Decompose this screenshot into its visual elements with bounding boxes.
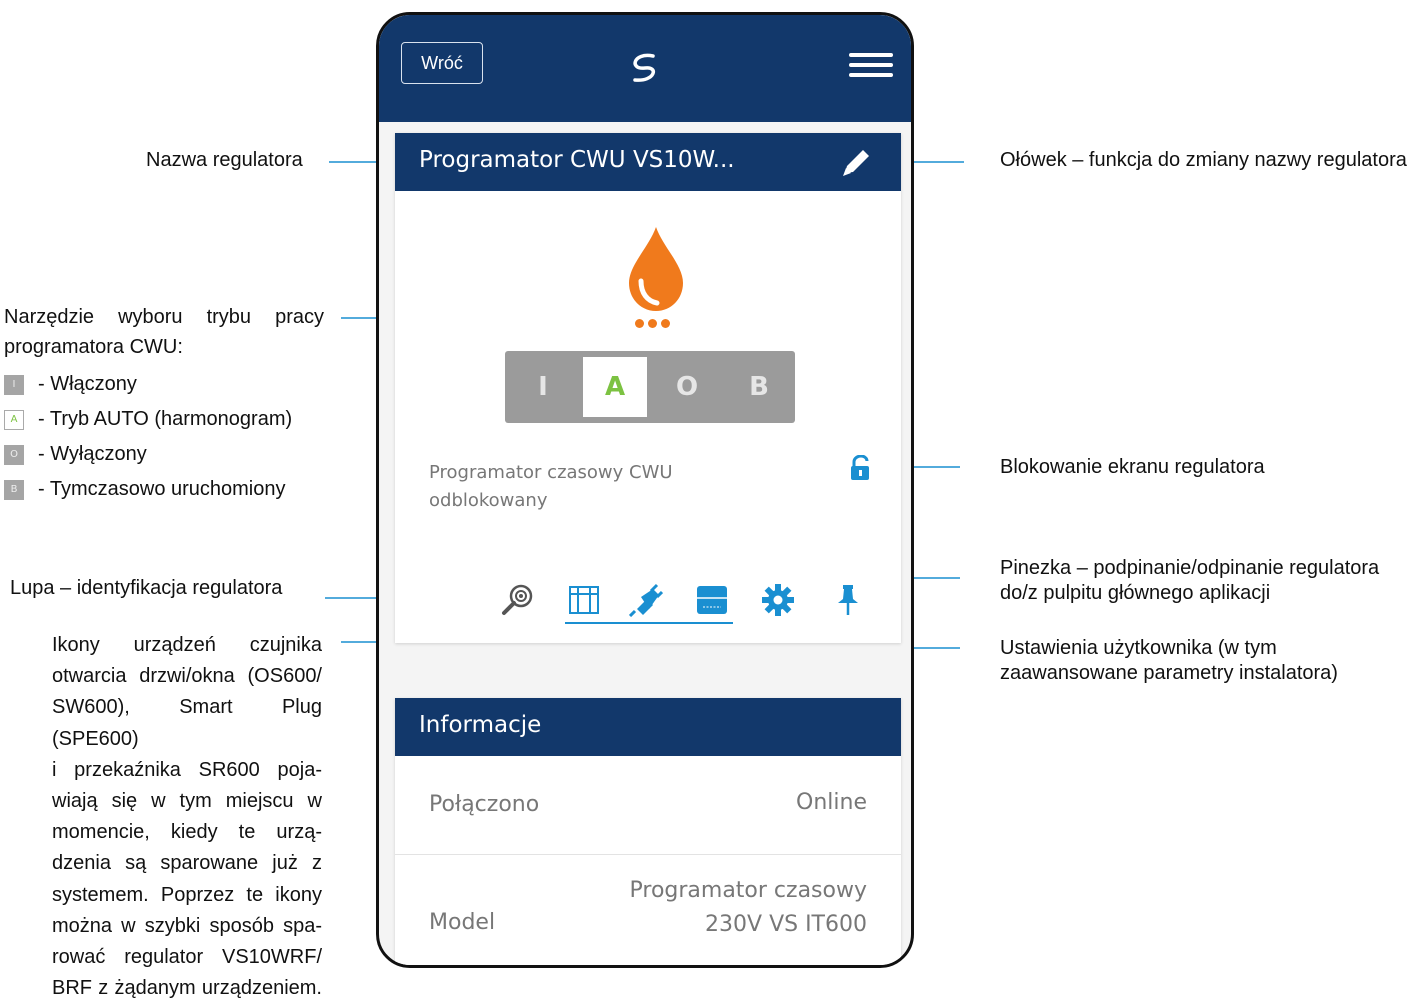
annotation-lock: Blokowanie ekranu regulatora — [1000, 456, 1265, 478]
annotation-pin: Pinezka – podpinanie/odpinanie regulator… — [1000, 556, 1379, 606]
paired-devices-underline — [565, 622, 733, 624]
mode-button-auto[interactable]: A — [583, 357, 647, 417]
legend-key-auto: A — [4, 409, 24, 430]
lock-status-line: odblokowany — [429, 490, 548, 511]
paragraph-line: SW600), Smart Plug (SPE600) — [52, 696, 322, 750]
back-button[interactable]: Wróć — [401, 42, 483, 84]
info-card-header: Informacje — [395, 698, 901, 756]
info-value-model-line: 230V VS IT600 — [705, 912, 867, 937]
status-dots-icon — [621, 319, 683, 331]
legend-key-off: O — [4, 444, 24, 465]
info-row-divider — [395, 854, 901, 855]
mode-selector: I A O B — [505, 351, 795, 423]
legend-item-off: O - Wyłączony — [4, 442, 147, 467]
annotation-pencil: Ołówek – funkcja do zmiany nazwy regulat… — [1000, 149, 1407, 171]
gear-icon[interactable] — [761, 583, 795, 617]
paragraph-line: i przekaźnika SR600 poja- — [52, 758, 322, 781]
paragraph-line: dzenia są sparowane już z — [52, 852, 322, 875]
legend-text: - Włączony — [38, 373, 137, 395]
smart-plug-icon[interactable] — [629, 583, 663, 617]
mode-button-on[interactable]: I — [511, 351, 575, 423]
legend-key-on: I — [4, 374, 24, 395]
annotation-pin-line: Pinezka – podpinanie/odpinanie regulator… — [1000, 557, 1380, 579]
info-value-connected: Online — [796, 790, 867, 815]
device-card-header: Programator CWU VS10W... — [395, 133, 901, 191]
device-name: Programator CWU VS10W... — [419, 147, 735, 173]
magnifier-icon[interactable] — [501, 583, 535, 617]
annotation-pin-line: do/z pulpitu głównego aplikacji — [1000, 582, 1271, 604]
legend-item-boost: B - Tymczasowo uruchomiony — [4, 477, 286, 502]
info-value-model-line: Programator czasowy — [629, 878, 868, 903]
annotation-mode-tool-cont: programatora CWU: — [4, 336, 183, 358]
relay-icon[interactable] — [695, 583, 729, 617]
water-drop-icon — [629, 227, 683, 311]
paragraph-line: momencie, kiedy te urzą- — [52, 821, 322, 844]
info-label-connected: Połączono — [429, 792, 540, 817]
unlock-icon[interactable] — [849, 455, 871, 481]
paragraph-line: można w szybki sposób spa- — [52, 914, 322, 937]
info-title: Informacje — [419, 712, 542, 738]
paragraph-line: systemem. Poprzez te ikony — [52, 883, 322, 906]
mode-button-off[interactable]: O — [655, 351, 719, 423]
annotation-device-icons: Ikony urządzeń czujnika otwarcia drzwi/o… — [52, 630, 322, 1004]
lock-status-line: Programator czasowy CWU — [429, 462, 673, 483]
legend-text: - Wyłączony — [38, 443, 147, 465]
paragraph-line: BRF z żądanym urządzeniem. — [52, 977, 322, 1000]
paragraph-line: Ikony urządzeń czujnika — [52, 634, 322, 656]
legend-text: - Tryb AUTO (harmonogram) — [38, 408, 293, 430]
pin-icon[interactable] — [831, 583, 865, 617]
annotation-settings-line: Ustawienia użytkownika (w tym — [1000, 637, 1277, 659]
paragraph-line: otwarcia drzwi/okna (OS600/ — [52, 665, 322, 688]
mode-button-boost[interactable]: B — [727, 351, 791, 423]
phone-frame: Wróć Programator CWU VS10W... I A O B Pr… — [376, 12, 914, 968]
salus-logo-icon[interactable] — [625, 48, 665, 88]
paragraph-line: rować regulator VS10WRF/ — [52, 946, 322, 969]
annotation-magnifier: Lupa – identyfikacja regulatora — [10, 577, 283, 599]
hamburger-menu-icon[interactable] — [849, 53, 893, 81]
legend-item-auto: A - Tryb AUTO (harmonogram) — [4, 407, 292, 432]
device-card: Programator CWU VS10W... I A O B Program… — [395, 133, 901, 643]
lock-status-text: Programator czasowy CWU odblokowany — [429, 459, 749, 515]
annotation-mode-tool: Narzędzie wyboru trybu pracy — [4, 306, 324, 328]
annotation-settings: Ustawienia użytkownika (w tym zaawansowa… — [1000, 636, 1338, 686]
legend-text: - Tymczasowo uruchomiony — [38, 478, 286, 500]
pencil-icon[interactable] — [839, 147, 873, 179]
info-card: Informacje Połączono Online Model Progra… — [395, 698, 901, 965]
annotation-device-name: Nazwa regulatora — [146, 149, 303, 171]
legend-item-on: I - Włączony — [4, 372, 137, 397]
app-top-bar: Wróć — [379, 15, 911, 122]
window-sensor-icon[interactable] — [567, 583, 601, 617]
info-label-model: Model — [429, 910, 496, 935]
annotation-settings-line: zaawansowane parametry instalatora) — [1000, 662, 1338, 684]
legend-key-boost: B — [4, 479, 24, 500]
info-value-model: Programator czasowy 230V VS IT600 — [630, 874, 868, 942]
paragraph-line: wiają się w tym miejscu w — [52, 790, 322, 813]
